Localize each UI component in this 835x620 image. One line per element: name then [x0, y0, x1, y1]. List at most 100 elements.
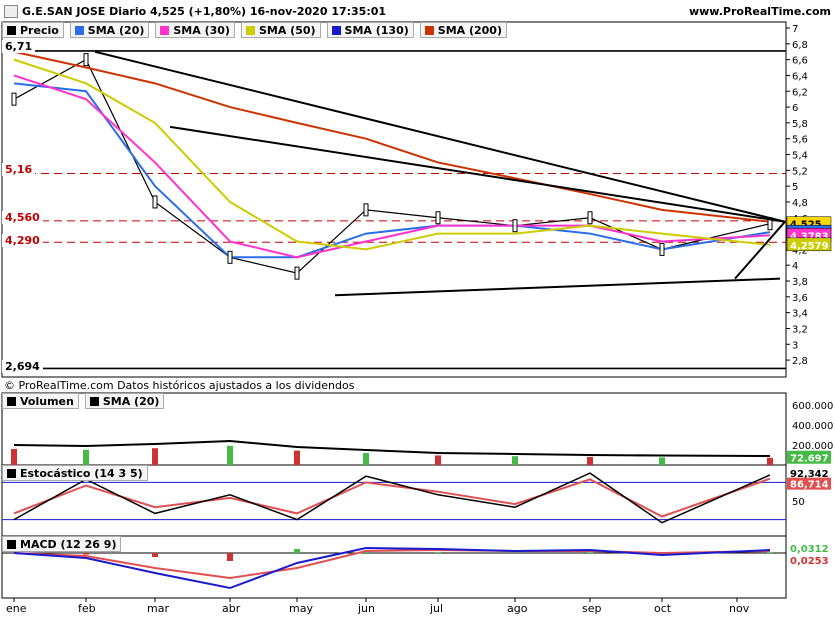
macd-tag-b: 0,0253: [790, 556, 829, 567]
price-legend-item-3[interactable]: SMA (50): [240, 22, 321, 38]
stoch-legend-swatch-0: [7, 468, 16, 478]
month-label-10: nov: [729, 602, 750, 615]
volume-bar-4: [294, 450, 300, 465]
volume-tag: 72.697: [790, 454, 829, 465]
volume-ytick-2: 200.000: [792, 441, 833, 452]
month-label-2: mar: [147, 602, 169, 615]
price-legend-item-4[interactable]: SMA (130): [326, 22, 414, 38]
trendline-lower: [334, 277, 781, 297]
volume-legend-label-1: SMA (20): [102, 394, 160, 408]
level-label-top: 6,71: [2, 40, 36, 53]
volume-bar-1: [83, 449, 89, 465]
volume-legend: Volumen SMA (20): [2, 393, 170, 409]
price-ytick-label-21: 2,8: [792, 356, 808, 367]
stoch-tag-d: 86,714: [790, 480, 829, 491]
month-label-9: oct: [654, 602, 672, 615]
price-ytick-label-20: 3: [792, 340, 798, 351]
price-ytick-label-9: 5,2: [792, 166, 808, 177]
month-label-3: abr: [222, 602, 241, 615]
month-label-8: sep: [582, 602, 601, 615]
price-ytick-label-5: 6: [792, 103, 798, 114]
price-ytick-label-18: 3,4: [792, 309, 808, 320]
data-footer: © ProRealTime.com Datos históricos ajust…: [4, 379, 355, 392]
macd-hist-3: [227, 553, 233, 561]
volume-legend-item-0[interactable]: Volumen: [2, 393, 79, 409]
price-ytick-label-8: 5,4: [792, 151, 808, 162]
price-tag-3: 4,2579: [790, 241, 829, 252]
level-label-516: 5,16: [2, 163, 36, 176]
month-label-7: ago: [507, 602, 528, 615]
price-ytick-label-0: 7: [792, 24, 798, 35]
month-label-5: jun: [357, 602, 375, 615]
price-legend-item-1[interactable]: SMA (20): [69, 22, 150, 38]
price-legend-label-2: SMA (30): [173, 23, 230, 37]
macd-legend: MACD (12 26 9): [2, 536, 127, 552]
price-ytick-label-3: 6,4: [792, 71, 808, 82]
volume-bar-9: [659, 457, 665, 465]
level-label-456: 4,560: [2, 211, 43, 224]
volume-bar-7: [512, 456, 518, 465]
volume-legend-swatch-0: [7, 396, 16, 406]
macd-legend-item-0[interactable]: MACD (12 26 9): [2, 536, 122, 552]
chart-canvas: 76,86,66,46,265,85,65,45,254,84,64,44,24…: [1, 21, 833, 615]
candle-0: [11, 92, 17, 106]
candle-1: [83, 53, 89, 67]
volume-bar-6: [435, 455, 441, 465]
volume-ytick-0: 600.000: [792, 401, 833, 412]
price-legend-label-3: SMA (50): [258, 23, 316, 37]
price-legend: Precio SMA (20) SMA (30) SMA (50) SMA (130) S…: [2, 22, 513, 38]
price-legend-label-5: SMA (200): [437, 23, 502, 37]
month-label-6: jul: [429, 602, 443, 615]
candle-4: [294, 266, 300, 280]
macd-legend-label-0: MACD (12 26 9): [20, 537, 117, 551]
price-ytick-label-1: 6,8: [792, 40, 808, 51]
price-legend-swatch-0: [7, 25, 16, 35]
volume-bar-10: [767, 457, 773, 465]
month-label-0: ene: [6, 602, 27, 615]
price-legend-item-2[interactable]: SMA (30): [155, 22, 235, 38]
volume-bar-8: [587, 457, 593, 465]
macd-tag-a: 0,0312: [790, 544, 829, 555]
trendline-mid: [169, 125, 786, 223]
level-label-429: 4,290: [2, 234, 43, 247]
candle-3: [227, 250, 233, 264]
trendline-upper: [94, 50, 786, 223]
volume-legend-swatch-1: [89, 396, 99, 406]
price-legend-swatch-1: [74, 25, 84, 35]
stoch-legend: Estocástico (14 3 5): [2, 465, 154, 481]
price-legend-label-1: SMA (20): [87, 23, 145, 37]
volume-ytick-1: 400.000: [792, 421, 833, 432]
volume-bar-5: [363, 453, 369, 465]
month-label-4: may: [289, 602, 313, 615]
volume-bar-0: [11, 449, 17, 465]
stoch-legend-label-0: Estocástico (14 3 5): [20, 466, 143, 480]
candle-2: [152, 195, 158, 209]
price-ytick-label-16: 3,8: [792, 277, 808, 288]
volume-legend-item-1[interactable]: SMA (20): [84, 393, 165, 409]
price-legend-item-5[interactable]: SMA (200): [419, 22, 507, 38]
candle-8: [587, 211, 593, 225]
macd-line: [13, 546, 771, 590]
macd-hist-8: [587, 552, 593, 553]
price-ytick-label-6: 5,8: [792, 119, 808, 130]
volume-sma-line: [13, 439, 771, 457]
candle-5: [363, 203, 369, 217]
candle-6: [435, 211, 441, 225]
price-legend-swatch-3: [245, 25, 255, 35]
stoch-legend-item-0[interactable]: Estocástico (14 3 5): [2, 465, 148, 481]
price-ytick-label-15: 4: [792, 261, 798, 272]
price-ytick-label-17: 3,6: [792, 293, 808, 304]
level-label-bottom: 2,694: [2, 360, 43, 373]
month-label-1: feb: [78, 602, 96, 615]
price-legend-label-0: Precio: [20, 23, 59, 37]
candle-9: [659, 242, 665, 256]
volume-bar-3: [227, 445, 233, 465]
price-ytick-label-10: 5: [792, 182, 798, 193]
macd-hist-1: [83, 553, 89, 555]
price-legend-swatch-4: [331, 25, 341, 35]
series-line-1: [13, 82, 771, 259]
price-legend-item-0[interactable]: Precio: [2, 22, 64, 38]
candle-7: [512, 219, 518, 233]
price-ytick-label-19: 3,2: [792, 324, 808, 335]
price-ytick-label-4: 6,2: [792, 87, 808, 98]
